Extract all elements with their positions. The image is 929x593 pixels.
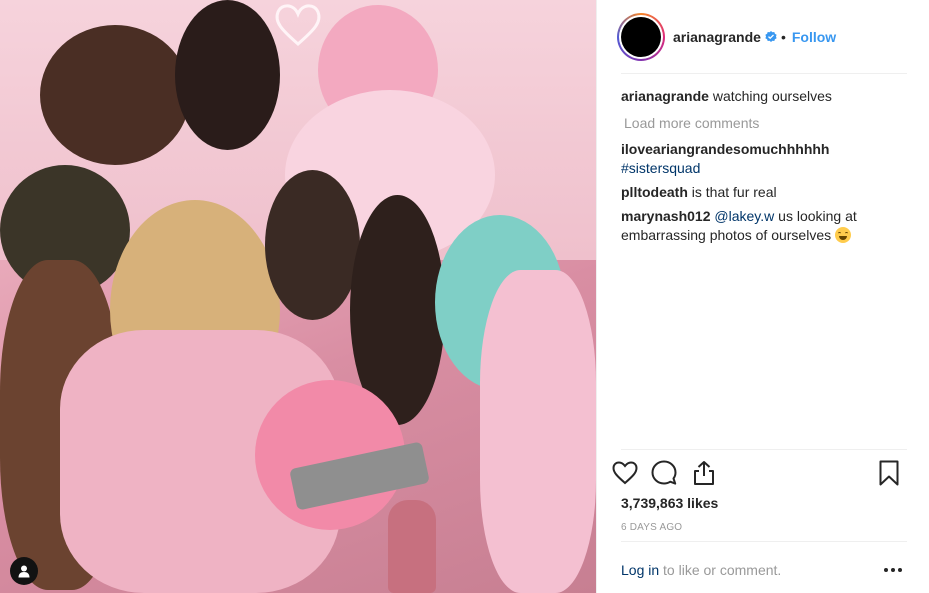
- caption: arianagrande watching ourselves: [621, 87, 911, 106]
- post-sidebar: arianagrande • Follow arianagrande watch…: [596, 0, 929, 593]
- likes-count[interactable]: 3,739,863 likes: [621, 495, 718, 511]
- login-link[interactable]: Log in: [621, 562, 659, 578]
- comment-author[interactable]: plltodeath: [621, 184, 688, 200]
- post-header: arianagrande • Follow: [597, 0, 929, 73]
- post-actions: [611, 455, 911, 491]
- post-timestamp[interactable]: 6 DAYS AGO: [621, 522, 682, 533]
- avatar-story-ring[interactable]: [617, 12, 665, 61]
- list-item: iloveariangrandesomuchhhhhh #sistersquad: [621, 140, 911, 178]
- neon-heart-decoration: [275, 4, 321, 46]
- laughing-emoji-icon: [835, 227, 851, 243]
- comment-author[interactable]: iloveariangrandesomuchhhhhh: [621, 141, 829, 157]
- username-link[interactable]: arianagrande: [673, 29, 761, 45]
- hashtag-link[interactable]: #sistersquad: [621, 160, 700, 176]
- list-item: plltodeath is that fur real: [621, 183, 911, 202]
- photo-figure: [480, 270, 596, 593]
- follow-button[interactable]: Follow: [792, 29, 836, 45]
- load-more-comments-button[interactable]: Load more comments: [624, 114, 911, 133]
- login-prompt-text: to like or comment.: [663, 562, 782, 578]
- divider: [621, 541, 907, 542]
- separator-dot: •: [780, 28, 786, 45]
- comment-text: is that fur real: [691, 184, 777, 200]
- avatar: [621, 16, 661, 57]
- comment-author[interactable]: arianagrande: [621, 88, 709, 104]
- bookmark-icon[interactable]: [875, 459, 903, 487]
- caption-text: watching ourselves: [712, 88, 832, 104]
- divider: [621, 73, 907, 74]
- post-photo[interactable]: [0, 0, 596, 593]
- comments-list: arianagrande watching ourselves Load mor…: [621, 87, 911, 250]
- verified-badge-icon: [765, 30, 777, 42]
- more-options-icon[interactable]: [883, 567, 903, 573]
- photo-figure: [175, 0, 280, 150]
- divider: [621, 449, 907, 450]
- speech-bubble-icon[interactable]: [650, 459, 678, 487]
- login-prompt: Log in to like or comment.: [621, 562, 907, 578]
- list-item: marynash012 @lakey.w us looking at embar…: [621, 207, 911, 245]
- user-tag-icon[interactable]: [10, 557, 38, 585]
- photo-bottle: [388, 500, 436, 593]
- photo-figure: [265, 170, 360, 320]
- mention-link[interactable]: @lakey.w: [714, 208, 774, 224]
- share-icon[interactable]: [690, 459, 718, 487]
- photo-figure: [40, 25, 190, 165]
- comment-author[interactable]: marynash012: [621, 208, 711, 224]
- heart-icon[interactable]: [611, 459, 639, 487]
